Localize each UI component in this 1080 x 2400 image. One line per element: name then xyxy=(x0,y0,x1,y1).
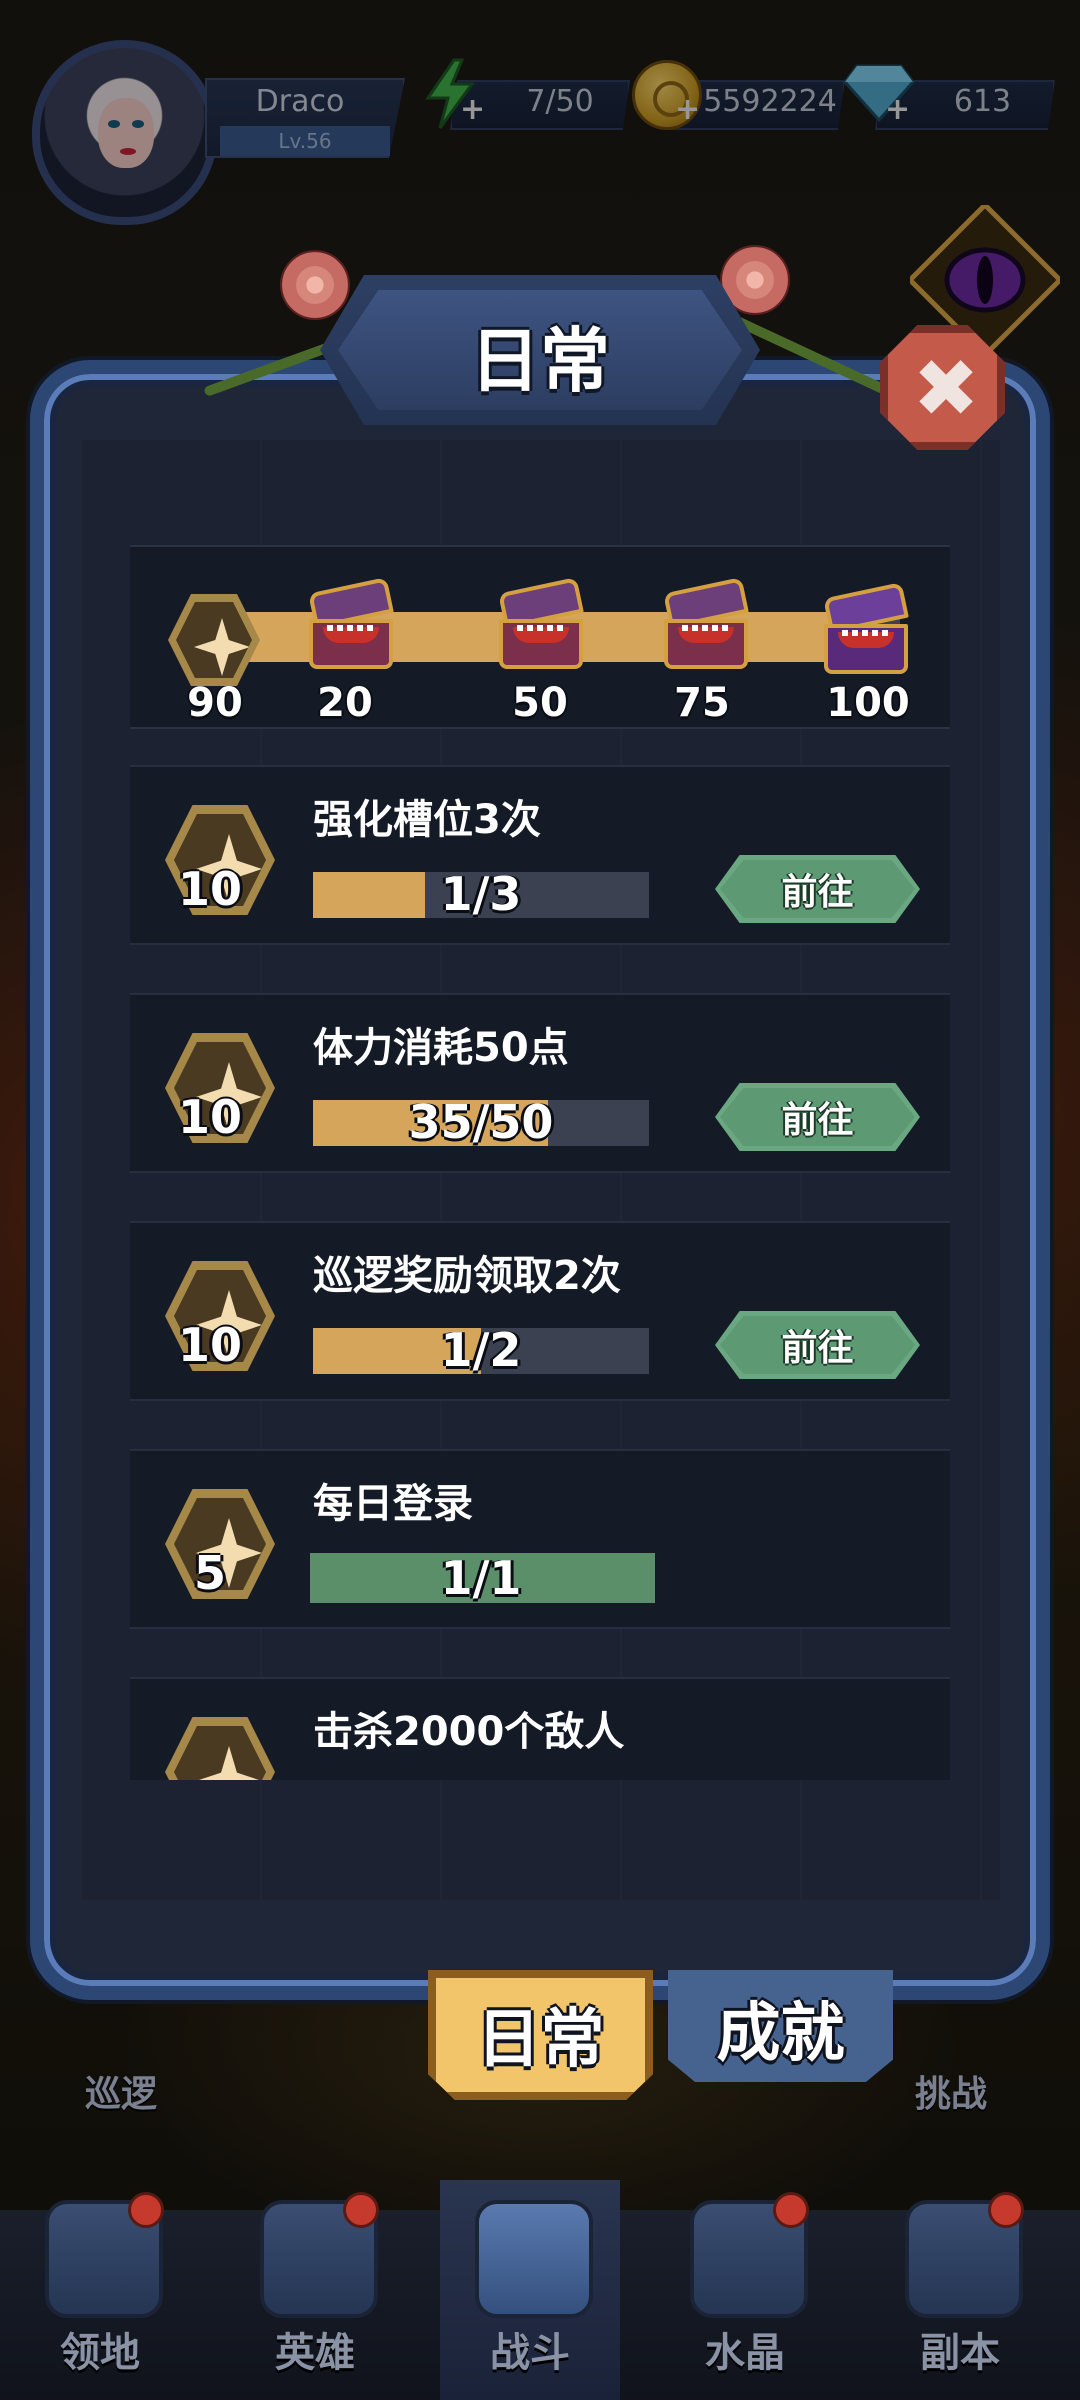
task-reward: 5 xyxy=(193,1546,226,1600)
go-button[interactable]: 前往 xyxy=(715,1311,920,1379)
nav-territory[interactable]: 领地 xyxy=(10,2180,190,2400)
task-title: 每日登录 xyxy=(313,1481,473,1527)
go-button[interactable]: 前往 xyxy=(715,1083,920,1151)
milestone-label: 50 xyxy=(512,680,568,726)
task-row: 5 每日登录 1/1 xyxy=(130,1449,950,1629)
chest-20-icon[interactable] xyxy=(305,577,397,671)
notification-dot xyxy=(343,2192,379,2228)
chest-100-icon[interactable] xyxy=(820,582,912,676)
nav-label: 英雄 xyxy=(275,2330,355,2376)
dialog-title: 日常 xyxy=(470,320,610,402)
close-icon: ✖ xyxy=(912,342,980,435)
task-title: 强化槽位3次 xyxy=(313,797,541,843)
current-points: 90 xyxy=(187,680,243,726)
milestone-label: 20 xyxy=(317,680,373,726)
go-button-label: 前往 xyxy=(781,1100,854,1141)
task-row: 击杀2000个敌人 xyxy=(130,1677,950,1780)
go-button[interactable]: 前往 xyxy=(715,855,920,923)
notification-dot xyxy=(773,2192,809,2228)
nav-heroes[interactable]: 英雄 xyxy=(225,2180,405,2400)
tab-achievements-label: 成就 xyxy=(716,1997,845,2071)
nav-crystal[interactable]: 水晶 xyxy=(655,2180,835,2400)
task-row: 10 巡逻奖励领取2次 1/2 前往 xyxy=(130,1221,950,1401)
nav-label: 领地 xyxy=(60,2330,140,2376)
task-reward: 10 xyxy=(177,1318,242,1372)
nav-label: 副本 xyxy=(920,2330,1000,2376)
task-title: 击杀2000个敌人 xyxy=(313,1709,625,1755)
task-progress-text: 1/3 xyxy=(440,867,522,921)
nav-label: 战斗 xyxy=(490,2330,570,2376)
notification-dot xyxy=(988,2192,1024,2228)
task-title: 巡逻奖励领取2次 xyxy=(313,1253,621,1299)
tab-daily-label: 日常 xyxy=(476,2003,605,2077)
task-progress-text: 1/2 xyxy=(440,1323,522,1377)
task-progress-text: 1/1 xyxy=(440,1551,522,1605)
milestone-label: 100 xyxy=(826,680,910,726)
reward-star-icon xyxy=(165,1717,275,1780)
task-reward: 10 xyxy=(177,1090,242,1144)
chest-50-icon[interactable] xyxy=(495,577,587,671)
close-button[interactable]: ✖ xyxy=(880,325,1005,450)
notification-dot xyxy=(128,2192,164,2228)
patrol-label[interactable]: 巡逻 xyxy=(85,2065,157,2117)
task-list[interactable]: 10 强化槽位3次 1/3 前往 10 体力消耗50点 35/50 前往 10 … xyxy=(130,765,950,1780)
task-title: 体力消耗50点 xyxy=(313,1025,569,1071)
nav-label: 水晶 xyxy=(705,2330,785,2376)
battle-shield-icon xyxy=(475,2200,593,2318)
task-row: 10 体力消耗50点 35/50 前往 xyxy=(130,993,950,1173)
chest-75-icon[interactable] xyxy=(660,577,752,671)
go-button-label: 前往 xyxy=(781,1328,854,1369)
task-progress-text: 35/50 xyxy=(408,1095,554,1149)
challenge-label[interactable]: 挑战 xyxy=(915,2065,987,2117)
nav-dungeon[interactable]: 副本 xyxy=(870,2180,1050,2400)
milestone-label: 75 xyxy=(674,680,730,726)
task-reward: 10 xyxy=(177,862,242,916)
task-row: 10 强化槽位3次 1/3 前往 xyxy=(130,765,950,945)
go-button-label: 前往 xyxy=(781,872,854,913)
nav-battle[interactable]: 战斗 xyxy=(440,2180,620,2400)
